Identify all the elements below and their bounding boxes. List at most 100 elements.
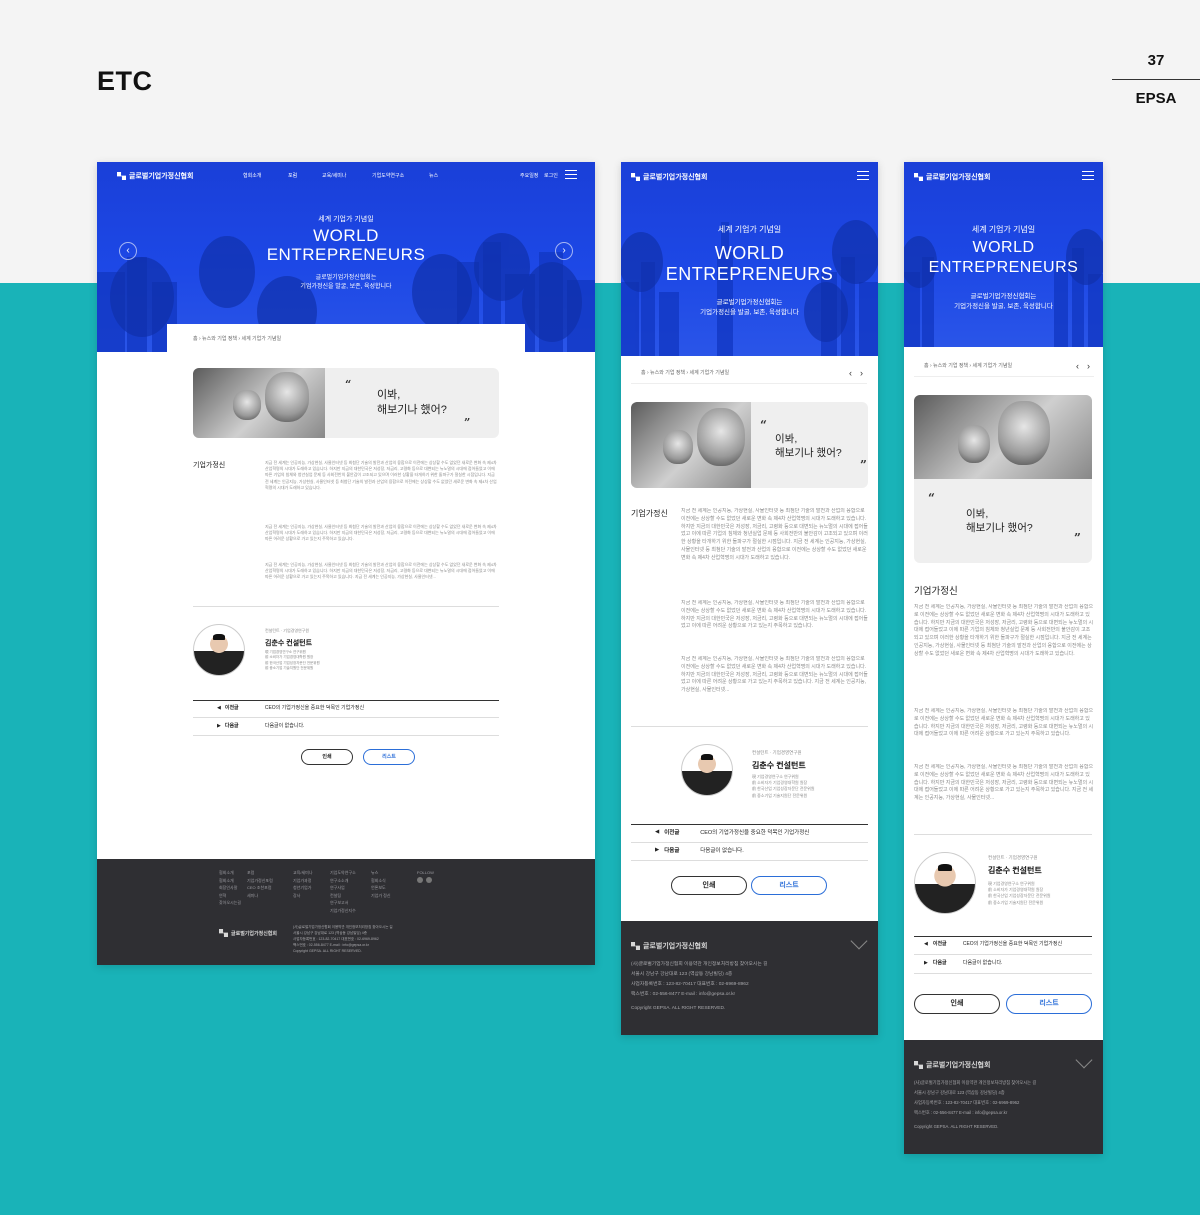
footer-link[interactable]: 협회소개 xyxy=(219,877,241,885)
footer-fax: 팩스번호 : 02-556-8477 E-mail : info@gepsa.o… xyxy=(293,943,369,947)
site-logo-text: 글로벌기업가정신협회 xyxy=(926,174,991,181)
nav-item-news[interactable]: 뉴스 xyxy=(429,172,438,179)
consultant-bio: 現 기업경영연구소 연구위원 前 소비자가 기업경영대학원 원장 前 한국산업 … xyxy=(752,774,815,799)
menu-icon[interactable] xyxy=(857,171,869,180)
footer-col-title[interactable]: 뉴스 xyxy=(371,869,391,877)
footer-link[interactable]: CEO 조찬포럼 xyxy=(247,884,273,892)
desktop-mockup: 글로벌기업가정신협회 협회소개 포럼 교육/세미나 기업도약연구소 뉴스 주요일… xyxy=(97,162,595,965)
site-logo[interactable]: 글로벌기업가정신협회 xyxy=(117,171,193,181)
print-button[interactable]: 인쇄 xyxy=(671,876,747,895)
footer-link[interactable]: 연구소소개 xyxy=(330,877,356,885)
footer-link[interactable]: 기업가과정 xyxy=(293,877,313,885)
footer-logo-text: 글로벌기업가정신협회 xyxy=(643,943,708,950)
prev-label: 이전글 xyxy=(224,705,239,711)
consultant-bio: 現 기업경영연구소 연구위원 前 소비자가 기업경영대학원 원장 前 한국산업 … xyxy=(988,881,1051,906)
photo-face xyxy=(958,425,990,463)
breadcrumb: 홈 › 뉴스와 기업 정책 › 세계 기업가 기념일 xyxy=(167,324,525,352)
footer-chevron-icon[interactable] xyxy=(1075,1051,1093,1069)
hero-title-line1: WORLD xyxy=(714,243,785,263)
nav-item-institute[interactable]: 기업도약연구소 xyxy=(372,172,404,179)
list-button[interactable]: 리스트 xyxy=(751,876,827,895)
body-paragraph: 지금 전 세계는 인공지능, 가상현실, 사물인터넷 등 최첨단 기술의 발전과… xyxy=(265,460,497,490)
next-post-link[interactable]: ▶ 다음글 다음글이 없습니다. xyxy=(655,846,744,854)
footer-link[interactable]: 기업가정신포럼 xyxy=(247,877,273,885)
prev-post-link[interactable]: ◀ 이전글 CEO의 기업가정신을 중요한 덕목인 기업가정신 xyxy=(655,828,809,836)
footer-link[interactable]: 기업가 정신 xyxy=(371,892,391,900)
site-logo[interactable]: 글로벌기업가정신협회 xyxy=(914,172,990,182)
footer-link[interactable]: 컨설팅 xyxy=(330,892,356,900)
hero-title-line1: WORLD xyxy=(972,239,1035,256)
facebook-icon[interactable] xyxy=(417,876,423,883)
quote-line1: 이봐, xyxy=(966,508,989,520)
footer-link[interactable]: 연구사업 xyxy=(330,884,356,892)
prev-title: CEO의 기업가정신을 중요한 덕목인 기업가정신 xyxy=(700,830,810,836)
chevron-left-icon[interactable]: ‹ xyxy=(849,368,852,378)
footer-link[interactable]: 협회소식 xyxy=(371,877,391,885)
footer-link[interactable]: 회장인사말 xyxy=(219,884,241,892)
close-quote-icon: ” xyxy=(1074,531,1081,545)
hero-desc-line1: 글로벌기업가정신협회는 xyxy=(970,293,1037,300)
footer-link[interactable]: 언론보도 xyxy=(371,884,391,892)
footer-links[interactable]: (사)글로벌기업가정신협회 이용약관 개인정보처리방침 찾아오시는 길 xyxy=(293,925,393,931)
photo-face xyxy=(265,372,309,422)
footer-col-news: 뉴스 협회소식 언론보도 기업가 정신 xyxy=(371,869,391,899)
prev-post-link[interactable]: ◀ 이전글 CEO의 기업가정신을 중요한 덕목인 기업가정신 xyxy=(217,704,364,712)
footer-link[interactable]: 기업가정신지수 xyxy=(330,907,356,915)
prev-arrow-icon: ◀ xyxy=(924,940,928,947)
next-post-link[interactable]: ▶ 다음글 다음글이 없습니다. xyxy=(217,722,304,730)
prevnext-top-divider xyxy=(631,824,868,825)
menu-icon[interactable] xyxy=(1082,171,1094,180)
consultant-bio-item: 前 한국산업 기업성장자문단 전문위원 xyxy=(752,786,815,792)
menu-icon[interactable] xyxy=(565,170,577,179)
consultant-bio: 現 기업경영연구소 연구위원 前 소비자가 기업경영대학원 원장 前 한국산업 … xyxy=(265,650,320,672)
nav-item-education[interactable]: 교육/세미나 xyxy=(322,172,346,179)
chevron-right-icon[interactable]: › xyxy=(860,368,863,378)
list-button[interactable]: 리스트 xyxy=(363,749,415,765)
footer-col-title[interactable]: 포럼 xyxy=(247,869,273,877)
list-button[interactable]: 리스트 xyxy=(1006,994,1092,1014)
nav-schedule[interactable]: 주요일정 xyxy=(520,172,538,179)
prev-post-link[interactable]: ◀ 이전글 CEO의 기업가정신을 중요한 덕목인 기업가정신 xyxy=(924,940,1062,948)
site-logo[interactable]: 글로벌기업가정신협회 xyxy=(631,172,707,182)
footer-col-title[interactable]: 교육/세미나 xyxy=(293,869,313,877)
footer-link[interactable]: 연구보고서 xyxy=(330,899,356,907)
nav-login[interactable]: 로그인 xyxy=(544,172,558,179)
next-label: 다음글 xyxy=(224,723,239,729)
hero-subtitle: 세계 기업가 기념일 xyxy=(971,225,1036,234)
footer-col-title[interactable]: 기업도약연구소 xyxy=(330,869,356,877)
content-heading: 기업가정신 xyxy=(193,462,226,469)
consultant-name: 김춘수 컨설턴트 xyxy=(988,866,1042,875)
footer-links[interactable]: (사)글로벌기업가정신협회 이용약관 개인정보처리방침 찾아오시는 길 xyxy=(631,961,768,969)
quote-banner: “ 이봐, 해보기나 했어? ” xyxy=(193,368,499,438)
footer-links[interactable]: (사)글로벌기업가정신협회 이용약관 개인정보처리방침 찾아오시는 길 xyxy=(914,1080,1036,1087)
body-paragraph: 지금 전 세계는 인공지능, 가상현실, 사물인터넷 등 최첨단 기술의 발전과… xyxy=(265,524,497,542)
hero-next-button[interactable]: › xyxy=(555,242,573,260)
print-button[interactable]: 인쇄 xyxy=(914,994,1000,1014)
footer-link[interactable]: 세미나 xyxy=(247,892,273,900)
footer-address: 서울시 강남구 강남대로 123 (역삼동 강남빌딩) 4층 xyxy=(293,931,367,935)
next-post-link[interactable]: ▶ 다음글 다음글이 없습니다. xyxy=(924,959,1002,967)
print-button[interactable]: 인쇄 xyxy=(301,749,353,765)
footer-link[interactable]: 청년기업가 xyxy=(293,884,313,892)
footer-link[interactable]: 연혁 xyxy=(219,892,241,900)
footer-link[interactable]: 찾아오시는길 xyxy=(219,899,241,907)
chevron-left-icon[interactable]: ‹ xyxy=(1076,361,1079,371)
footer-link[interactable]: 강사 xyxy=(293,892,313,900)
blog-icon[interactable] xyxy=(426,876,432,883)
site-footer: 글로벌기업가정신협회 (사)글로벌기업가정신협회 이용약관 개인정보처리방침 찾… xyxy=(621,921,878,1035)
prevnext-top-divider xyxy=(914,936,1092,937)
nav-item-about[interactable]: 협회소개 xyxy=(243,172,261,179)
footer-col-title[interactable]: 협회소개 xyxy=(219,869,241,877)
consultant-bio-item: 前 한국산업 기업성장자문단 전문위원 xyxy=(988,893,1051,899)
footer-chevron-icon[interactable] xyxy=(850,932,868,950)
footer-logo-text: 글로벌기업가정신협회 xyxy=(231,930,278,937)
body-paragraph: 지금 전 세계는 인공지능, 가상현실, 사물인터넷 등 최첨단 기술의 발전과… xyxy=(914,764,1094,801)
quote-photo xyxy=(193,368,325,438)
footer-logo-icon xyxy=(631,942,640,950)
hero-prev-button[interactable]: ‹ xyxy=(119,242,137,260)
site-footer: 협회소개 협회소개 회장인사말 연혁 찾아오시는길 포럼 기업가정신포럼 CEO 조찬포럼 세… xyxy=(97,859,595,965)
hero-subtitle: 세계 기업가 기념일 xyxy=(717,225,782,234)
prevnext-bottom-divider xyxy=(193,735,499,736)
chevron-right-icon[interactable]: › xyxy=(1087,361,1090,371)
nav-item-forum[interactable]: 포럼 xyxy=(288,172,297,179)
